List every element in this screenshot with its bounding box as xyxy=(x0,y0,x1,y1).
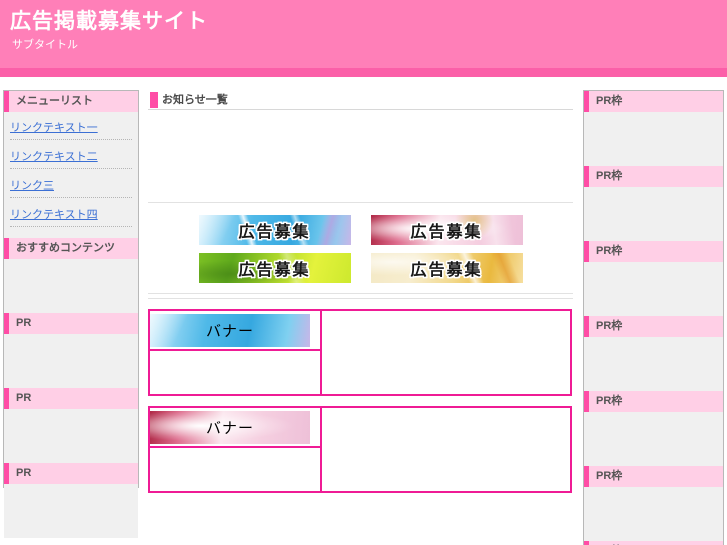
left-sidebar: メニューリストリンクテキスト一 リンクテキスト二 リンク三リンクテキスト四おすすめコ… xyxy=(3,90,139,538)
page-title: 広告掲載募集サイト xyxy=(10,10,208,33)
ad-banner-label: 広告募集 xyxy=(238,262,311,279)
ad-banner-blue[interactable]: 広告募集 xyxy=(198,215,351,245)
header-accent-stripe xyxy=(0,68,727,77)
link-list: リンクテキスト一 リンクテキスト二 リンク三リンクテキスト四 xyxy=(10,118,132,227)
list-item: リンクテキスト一 xyxy=(10,118,132,140)
link-separator xyxy=(10,197,132,198)
right-sidebar-heading: PR枠 xyxy=(584,541,723,545)
right-sidebar-pr-slot xyxy=(584,187,723,241)
table-row: バナー xyxy=(148,406,572,493)
sidebar-link[interactable]: リンクテキスト四 xyxy=(10,209,98,222)
divider-bottom xyxy=(148,298,573,299)
ad-banner-label: 広告募集 xyxy=(410,224,483,241)
banner-image[interactable]: バナー xyxy=(150,313,310,347)
banner-image-cell: バナー xyxy=(148,309,322,351)
left-sidebar-pr-slot xyxy=(4,409,138,463)
right-sidebar-heading: PR枠 xyxy=(584,316,723,337)
right-sidebar-heading: PR枠 xyxy=(584,241,723,262)
ad-banner-label: 広告募集 xyxy=(410,262,483,279)
page-subtitle: サブタイトル xyxy=(12,39,78,51)
right-sidebar-pr-slot xyxy=(584,412,723,466)
left-sidebar-heading: メニューリスト xyxy=(4,91,138,112)
main-content-blank-area xyxy=(148,110,573,202)
ad-banner-label: 広告募集 xyxy=(238,224,311,241)
ad-banner-gold[interactable]: 広告募集 xyxy=(370,253,523,283)
right-sidebar-pr-slot xyxy=(584,487,723,541)
right-sidebar-pr-slot xyxy=(584,262,723,316)
right-sidebar-heading: PR枠 xyxy=(584,166,723,187)
left-sidebar-heading: PR xyxy=(4,388,138,409)
site-header: 広告掲載募集サイト サブタイトル xyxy=(0,0,727,68)
list-item: リンク三 xyxy=(10,176,132,198)
main-content: お知らせ一覧 広告募集 広告募集 広告募集 広告募集 バナー バナー xyxy=(148,90,573,540)
banner-caption-cell xyxy=(148,446,322,493)
left-sidebar-heading: PR xyxy=(4,463,138,484)
left-sidebar-pr-slot xyxy=(4,484,138,538)
banner-table-list: バナー バナー xyxy=(148,309,573,493)
ad-banner-red[interactable]: 広告募集 xyxy=(370,215,523,245)
left-sidebar-heading: PR xyxy=(4,313,138,334)
sidebar-link[interactable]: リンク三 xyxy=(10,180,54,193)
left-sidebar-link-list: リンクテキスト一 リンクテキスト二 リンク三リンクテキスト四 xyxy=(4,112,138,238)
banner-table: バナー xyxy=(148,309,572,396)
banner-image[interactable]: バナー xyxy=(150,410,310,444)
banner-table: バナー xyxy=(148,406,572,493)
banner-label: バナー xyxy=(205,322,254,340)
right-sidebar-heading: PR枠 xyxy=(584,91,723,112)
left-sidebar-pr-slot xyxy=(4,334,138,388)
banner-label: バナー xyxy=(205,419,254,437)
banner-description-cell xyxy=(320,406,572,493)
sidebar-link[interactable]: リンクテキスト一 xyxy=(10,122,98,135)
banner-caption-cell xyxy=(148,349,322,396)
list-item: リンクテキスト二 xyxy=(10,147,132,169)
left-sidebar-heading: おすすめコンテンツ xyxy=(4,238,138,259)
list-item: リンクテキスト四 xyxy=(10,205,132,227)
main-section-heading: お知らせ一覧 xyxy=(148,90,573,110)
right-sidebar-pr-slot xyxy=(584,112,723,166)
sidebar-link[interactable]: リンクテキスト二 xyxy=(10,151,98,164)
right-sidebar-pr-slot xyxy=(584,337,723,391)
banner-description-cell xyxy=(320,309,572,396)
ad-banner-grid: 広告募集 広告募集 広告募集 広告募集 xyxy=(148,203,573,293)
link-separator xyxy=(10,226,132,227)
right-sidebar-heading: PR枠 xyxy=(584,391,723,412)
left-sidebar-pr-slot xyxy=(4,259,138,313)
divider-mid xyxy=(148,293,573,294)
link-separator xyxy=(10,139,132,140)
banner-image-cell: バナー xyxy=(148,406,322,448)
right-sidebar-heading: PR枠 xyxy=(584,466,723,487)
table-row: バナー xyxy=(148,309,572,396)
link-separator xyxy=(10,168,132,169)
right-sidebar: PR枠 PR枠 PR枠 PR枠 PR枠 PR枠 PR枠 xyxy=(583,90,724,545)
ad-banner-green[interactable]: 広告募集 xyxy=(198,253,351,283)
